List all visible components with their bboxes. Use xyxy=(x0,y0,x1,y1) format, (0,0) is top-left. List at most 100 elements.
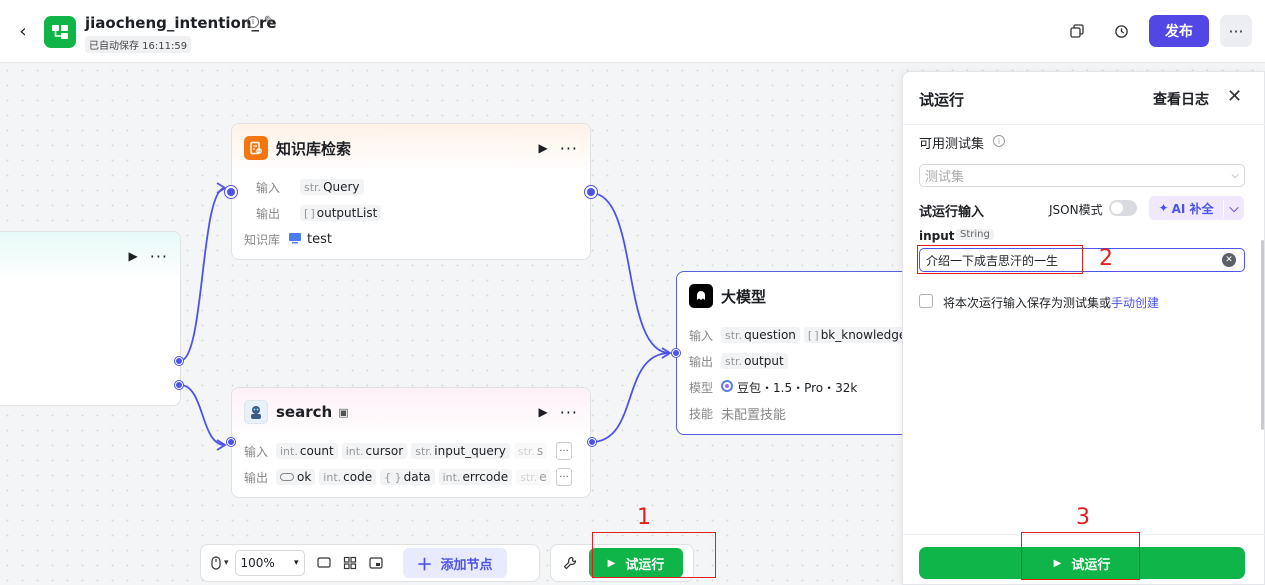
json-mode-label: JSON模式 xyxy=(1049,203,1103,217)
layout-grid-icon[interactable] xyxy=(337,549,363,577)
node-title: search xyxy=(276,403,333,421)
llm-icon xyxy=(689,284,713,308)
node-run-icon[interactable]: ▶ xyxy=(539,405,548,419)
json-mode-toggle[interactable] xyxy=(1109,200,1137,216)
chevron-down-icon: ▾ xyxy=(294,558,299,568)
testset-select[interactable]: 测试集 ⌵ xyxy=(919,164,1245,187)
publish-button[interactable]: 发布 xyxy=(1149,15,1209,47)
testset-label: 可用测试集 xyxy=(919,137,985,152)
edge-start-to-search xyxy=(179,384,226,446)
knowledge-icon xyxy=(244,136,268,160)
workflow-logo-icon xyxy=(44,16,76,48)
start-node[interactable]: ▶ ··· xyxy=(0,231,181,406)
ai-fill-label: AI 补全 xyxy=(1171,201,1214,216)
search-plugin-node[interactable]: search ▣ ▶ ··· 输入 int. count int. cursor s… xyxy=(231,387,591,498)
node-run-icon[interactable]: ▶ xyxy=(129,249,138,263)
canvas-toolbar: ▾ 100% ▾ ＋ 添加节点 xyxy=(200,544,540,582)
clear-icon[interactable]: ✕ xyxy=(1222,253,1236,267)
search-plugin-icon xyxy=(244,400,268,424)
ai-fill-button[interactable]: ✦ AI 补全 ⌵ xyxy=(1149,196,1244,220)
testset-placeholder: 测试集 xyxy=(925,170,965,185)
param-tag: str. Query xyxy=(300,179,364,195)
scrollbar[interactable] xyxy=(1261,240,1264,430)
arrowhead-knowledge xyxy=(216,182,227,194)
chevron-down-icon: ▾ xyxy=(224,558,229,568)
node-run-icon[interactable]: ▶ xyxy=(539,141,548,155)
annotation-number-2: 2 xyxy=(1099,246,1113,271)
row-label: 输入 xyxy=(256,180,281,195)
chevron-down-icon[interactable]: ⌵ xyxy=(1224,201,1244,216)
kb-name: test xyxy=(307,231,332,247)
mouse-mode-icon[interactable]: ▾ xyxy=(205,549,235,577)
chevron-down-icon: ⌵ xyxy=(1231,170,1239,181)
param-tag: ok xyxy=(276,469,316,485)
search-in-port[interactable] xyxy=(227,438,235,446)
more-options-button[interactable]: ··· xyxy=(1220,15,1252,47)
annotation-number-1: 1 xyxy=(637,505,651,530)
annotation-box-1 xyxy=(592,532,716,578)
node-title: 知识库检索 xyxy=(276,139,352,158)
llm-node[interactable]: 大模型 输入 str. question [ ] bk_knowledge 输出 s… xyxy=(676,271,916,435)
start-port-1[interactable] xyxy=(175,357,183,365)
row-label: 输入 xyxy=(689,328,714,343)
knowledge-in-port[interactable] xyxy=(225,186,237,198)
history-icon[interactable] xyxy=(1110,20,1132,42)
comment-icon[interactable] xyxy=(311,549,337,577)
annotation-box-3 xyxy=(1021,532,1140,580)
divider xyxy=(903,124,1265,125)
node-more-icon[interactable]: ··· xyxy=(150,247,168,266)
param-tag: str. output xyxy=(721,353,788,369)
node-more-icon[interactable]: ··· xyxy=(560,139,578,158)
param-tag: int. code xyxy=(319,469,377,485)
param-tag: int. cursor xyxy=(341,443,408,459)
plugin-badge-icon: ▣ xyxy=(338,405,349,419)
manual-create-link[interactable]: 手动创建 xyxy=(1111,296,1159,310)
start-port-2[interactable] xyxy=(175,381,183,389)
param-tag: str. question xyxy=(721,327,800,343)
info-icon[interactable]: i xyxy=(247,16,259,28)
zoom-select[interactable]: 100% ▾ xyxy=(234,550,305,576)
more-params-icon[interactable]: ··· xyxy=(556,442,572,460)
zoom-value: 100% xyxy=(240,556,275,570)
info-icon[interactable]: i xyxy=(993,135,1005,147)
row-label: 输出 xyxy=(244,470,269,485)
more-params-icon[interactable]: ··· xyxy=(556,468,572,486)
add-node-button[interactable]: ＋ 添加节点 xyxy=(402,548,507,578)
param-tag: str. input_query xyxy=(411,443,510,459)
kb-icon xyxy=(288,232,302,247)
autosave-status: 已自动保存 16:11:59 xyxy=(85,36,192,53)
panel-title: 试运行 xyxy=(919,91,965,109)
bool-icon xyxy=(280,473,294,481)
save-testset-text: 将本次运行输入保存为测试集或手动创建 xyxy=(943,294,1159,311)
node-more-icon[interactable]: ··· xyxy=(560,403,578,422)
model-name: 豆包・1.5・Pro・32k xyxy=(737,380,858,395)
search-out-port[interactable] xyxy=(588,438,596,446)
param-tag: str. s xyxy=(513,443,548,459)
param-tag: str. e xyxy=(516,469,551,485)
param-tag: { } data xyxy=(380,469,435,485)
view-log-link[interactable]: 查看日志 xyxy=(1153,89,1209,109)
param-tag: [ ] outputList xyxy=(300,205,382,221)
edge-search-to-llm xyxy=(590,352,671,443)
row-label: 输出 xyxy=(256,206,281,221)
knowledge-out-port[interactable] xyxy=(585,186,597,198)
edge-start-to-knowledge xyxy=(179,187,226,362)
row-label: 输入 xyxy=(244,444,269,459)
save-testset-checkbox[interactable] xyxy=(919,294,933,308)
param-tag: int. count xyxy=(276,443,338,459)
sparkle-icon: ✦ xyxy=(1158,201,1169,215)
edit-icon[interactable]: ✎ xyxy=(264,14,275,29)
llm-in-port[interactable] xyxy=(672,349,680,357)
close-icon[interactable]: ✕ xyxy=(1227,86,1242,107)
minimap-icon[interactable] xyxy=(363,549,389,577)
copy-icon[interactable] xyxy=(1066,20,1088,42)
edge-knowledge-to-llm xyxy=(590,192,671,354)
input-type-badge: String xyxy=(956,229,994,240)
knowledge-retrieval-node[interactable]: 知识库检索 ▶ ··· 输入 str. Query 输出 [ ] outputLis… xyxy=(231,123,591,260)
row-label: 技能 xyxy=(689,406,714,421)
annotation-number-3: 3 xyxy=(1076,505,1090,530)
wrench-icon[interactable] xyxy=(557,549,583,577)
top-bar: ‹ jiaocheng_intention_re i ✎ 已自动保存 16:11… xyxy=(0,0,1265,63)
run-input-label: 试运行输入 xyxy=(919,205,985,220)
back-arrow-icon[interactable]: ‹ xyxy=(14,21,32,42)
